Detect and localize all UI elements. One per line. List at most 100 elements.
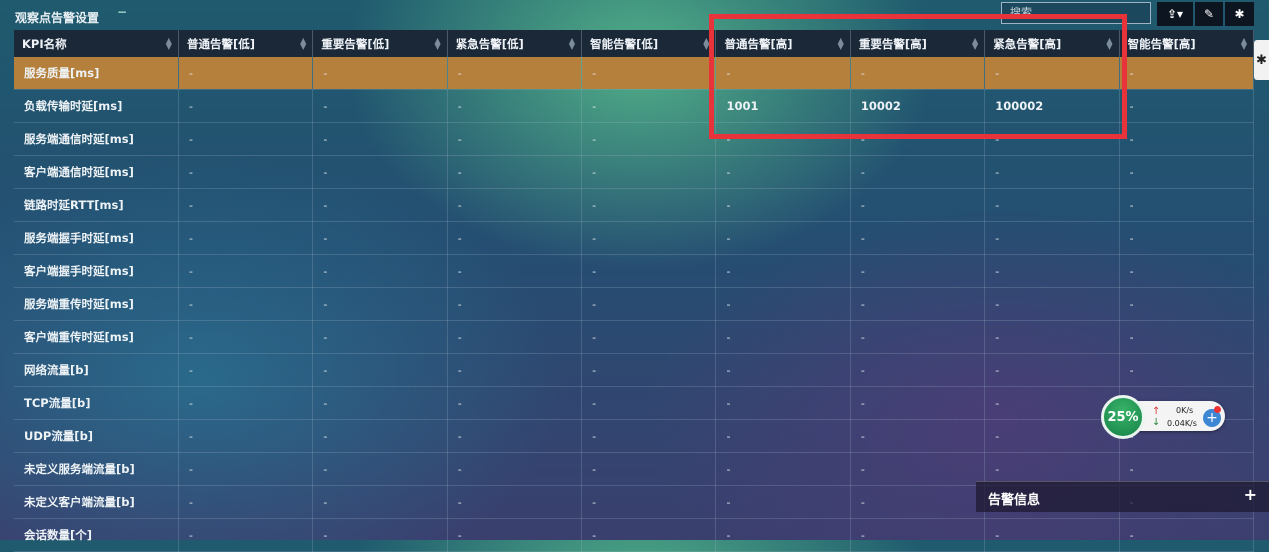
threshold-cell[interactable]: - bbox=[312, 57, 448, 90]
threshold-cell[interactable]: - bbox=[984, 518, 1120, 552]
threshold-cell[interactable]: - bbox=[715, 419, 851, 453]
threshold-cell[interactable]: - bbox=[581, 188, 717, 222]
threshold-cell[interactable]: - bbox=[715, 221, 851, 255]
threshold-cell[interactable]: - bbox=[447, 254, 583, 288]
threshold-cell[interactable]: - bbox=[447, 320, 583, 354]
threshold-cell[interactable]: - bbox=[178, 287, 314, 321]
sort-icon[interactable]: ▲ ▼ bbox=[703, 37, 709, 51]
threshold-cell[interactable]: - bbox=[581, 287, 717, 321]
threshold-cell[interactable]: - bbox=[178, 155, 314, 189]
threshold-cell[interactable]: - bbox=[984, 155, 1120, 189]
threshold-cell[interactable]: - bbox=[447, 287, 583, 321]
collapse-icon[interactable]: − bbox=[117, 5, 127, 19]
threshold-cell[interactable]: - bbox=[312, 320, 448, 354]
threshold-cell[interactable]: - bbox=[850, 518, 986, 552]
threshold-cell[interactable]: - bbox=[850, 386, 986, 420]
threshold-cell[interactable]: - bbox=[581, 254, 717, 288]
sort-icon[interactable]: ▲ ▼ bbox=[166, 37, 172, 51]
sort-icon[interactable]: ▲ ▼ bbox=[1106, 37, 1112, 51]
threshold-cell[interactable]: - bbox=[581, 320, 717, 354]
threshold-cell[interactable]: - bbox=[312, 518, 448, 552]
threshold-cell[interactable]: - bbox=[984, 353, 1120, 387]
sort-icon[interactable]: ▲ ▼ bbox=[300, 37, 306, 51]
threshold-cell[interactable]: - bbox=[1119, 188, 1255, 222]
threshold-cell[interactable]: - bbox=[984, 320, 1120, 354]
threshold-cell[interactable]: - bbox=[715, 518, 851, 552]
column-header[interactable]: 重要告警[低] ▲ ▼ bbox=[312, 30, 448, 57]
side-settings-tab[interactable]: ✱ bbox=[1254, 40, 1269, 80]
threshold-cell[interactable]: - bbox=[581, 353, 717, 387]
table-row[interactable]: 会话数量[个] - - - - - - - - bbox=[14, 518, 1255, 552]
threshold-cell[interactable]: - bbox=[447, 518, 583, 552]
settings-button[interactable]: ✱ bbox=[1225, 2, 1254, 26]
threshold-cell[interactable]: - bbox=[312, 485, 448, 519]
threshold-cell[interactable]: - bbox=[984, 188, 1120, 222]
threshold-cell[interactable]: - bbox=[850, 353, 986, 387]
network-speed-widget[interactable]: ↑ 0K/s ↓ 0.04K/s 25% + bbox=[1101, 395, 1227, 439]
threshold-cell[interactable]: - bbox=[447, 386, 583, 420]
threshold-cell[interactable]: - bbox=[178, 518, 314, 552]
column-header[interactable]: KPI名称 ▲ ▼ bbox=[14, 30, 179, 57]
threshold-cell[interactable]: - bbox=[447, 188, 583, 222]
threshold-cell[interactable]: - bbox=[715, 485, 851, 519]
threshold-cell[interactable]: - bbox=[581, 485, 717, 519]
table-row[interactable]: 客户端握手时延[ms] - - - - - - - - bbox=[14, 254, 1255, 288]
table-row[interactable]: 服务端握手时延[ms] - - - - - - - - bbox=[14, 221, 1255, 255]
threshold-cell[interactable]: 1001 bbox=[715, 89, 851, 123]
table-row[interactable]: TCP流量[b]-------- bbox=[14, 386, 1255, 420]
threshold-cell[interactable]: - bbox=[447, 122, 583, 156]
threshold-cell[interactable]: - bbox=[312, 89, 448, 123]
threshold-cell[interactable]: - bbox=[447, 89, 583, 123]
threshold-cell[interactable]: - bbox=[850, 57, 986, 90]
threshold-cell[interactable]: - bbox=[850, 254, 986, 288]
threshold-cell[interactable]: - bbox=[850, 188, 986, 222]
threshold-cell[interactable]: - bbox=[312, 188, 448, 222]
threshold-cell[interactable]: - bbox=[312, 452, 448, 486]
threshold-cell[interactable]: - bbox=[984, 57, 1120, 90]
table-row[interactable]: 网络流量[b] - - - - - - - - bbox=[14, 353, 1255, 387]
threshold-cell[interactable]: - bbox=[984, 254, 1120, 288]
threshold-cell[interactable]: - bbox=[447, 221, 583, 255]
threshold-cell[interactable]: - bbox=[715, 353, 851, 387]
threshold-cell[interactable]: - bbox=[850, 485, 986, 519]
threshold-cell[interactable]: - bbox=[850, 320, 986, 354]
threshold-cell[interactable]: - bbox=[178, 386, 314, 420]
threshold-cell[interactable]: - bbox=[715, 287, 851, 321]
threshold-cell[interactable]: - bbox=[1119, 353, 1255, 387]
threshold-cell[interactable]: - bbox=[581, 221, 717, 255]
threshold-cell[interactable]: - bbox=[1119, 155, 1255, 189]
threshold-cell[interactable]: - bbox=[581, 518, 717, 552]
sort-icon[interactable]: ▲ ▼ bbox=[435, 37, 441, 51]
table-row[interactable]: 服务质量[ms] - - - - - - - - bbox=[14, 57, 1255, 90]
table-row[interactable]: 服务端重传时延[ms] - - - - - - - - bbox=[14, 287, 1255, 321]
sort-icon[interactable]: ▲ ▼ bbox=[1241, 37, 1247, 51]
threshold-cell[interactable]: - bbox=[312, 419, 448, 453]
threshold-cell[interactable]: - bbox=[1119, 221, 1255, 255]
threshold-cell[interactable]: - bbox=[581, 89, 717, 123]
threshold-cell[interactable]: 100002 bbox=[984, 89, 1120, 123]
search-input[interactable] bbox=[1001, 2, 1151, 24]
column-header[interactable]: 紧急告警[高] ▲ ▼ bbox=[984, 30, 1120, 57]
threshold-cell[interactable]: - bbox=[581, 419, 717, 453]
threshold-cell[interactable]: - bbox=[715, 386, 851, 420]
threshold-cell[interactable]: - bbox=[312, 155, 448, 189]
threshold-cell[interactable]: - bbox=[715, 452, 851, 486]
threshold-cell[interactable]: - bbox=[715, 254, 851, 288]
threshold-cell[interactable]: - bbox=[715, 122, 851, 156]
threshold-cell[interactable]: - bbox=[178, 188, 314, 222]
threshold-cell[interactable]: - bbox=[984, 122, 1120, 156]
threshold-cell[interactable]: - bbox=[715, 188, 851, 222]
table-row[interactable]: 客户端重传时延[ms] - - - - - - - - bbox=[14, 320, 1255, 354]
threshold-cell[interactable]: - bbox=[178, 419, 314, 453]
threshold-cell[interactable]: - bbox=[312, 221, 448, 255]
threshold-cell[interactable]: - bbox=[447, 485, 583, 519]
threshold-cell[interactable]: - bbox=[1119, 287, 1255, 321]
threshold-cell[interactable]: - bbox=[1119, 57, 1255, 90]
table-row[interactable]: 客户端通信时延[ms] - - - - - - - - bbox=[14, 155, 1255, 189]
table-row[interactable]: UDP流量[b]-------- bbox=[14, 419, 1255, 453]
table-row[interactable]: 链路时延RTT[ms] - - - - - - - - bbox=[14, 188, 1255, 222]
threshold-cell[interactable]: - bbox=[984, 419, 1120, 453]
threshold-cell[interactable]: - bbox=[984, 287, 1120, 321]
column-header[interactable]: 智能告警[低] ▲ ▼ bbox=[581, 30, 717, 57]
threshold-cell[interactable]: - bbox=[178, 89, 314, 123]
